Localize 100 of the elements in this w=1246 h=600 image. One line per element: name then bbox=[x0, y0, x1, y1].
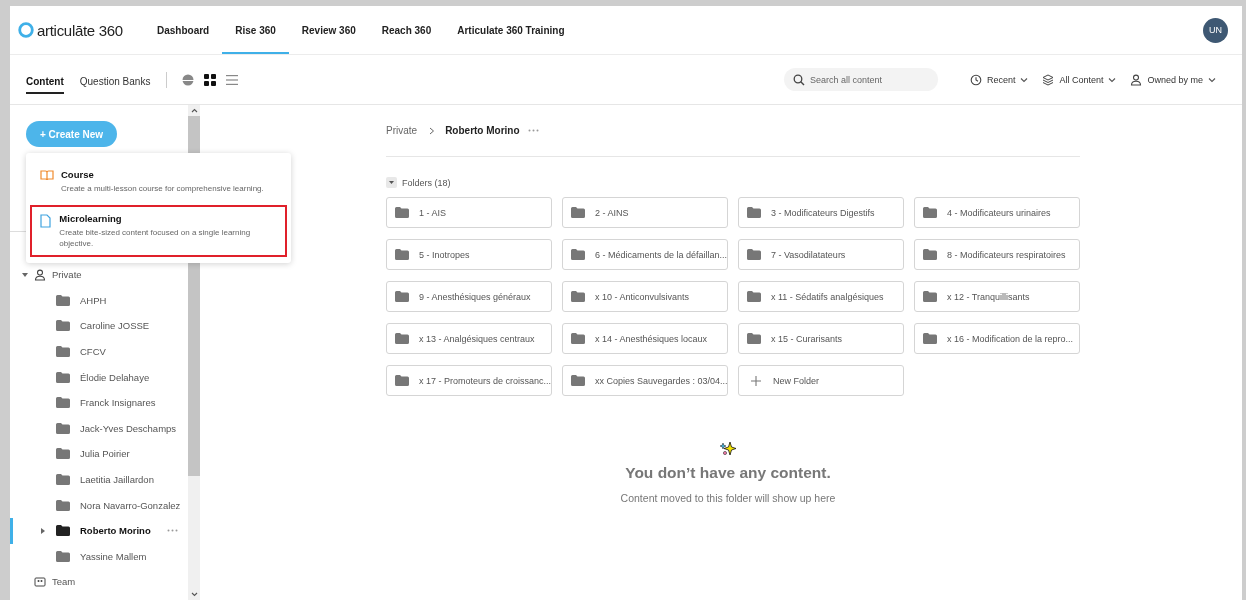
folder-icon bbox=[56, 397, 70, 409]
menu-item[interactable]: Course Create a multi-lesson course for comprehensive learning. bbox=[30, 161, 287, 203]
folder-icon bbox=[56, 499, 70, 511]
book-icon bbox=[40, 170, 54, 181]
folder-card[interactable]: x 13 - Analgésiques centraux bbox=[386, 323, 552, 354]
tree-item[interactable]: Roberto Morino bbox=[10, 517, 188, 544]
tree-item[interactable]: Laetitia Jaillardon bbox=[10, 466, 188, 493]
folder-card[interactable]: x 12 - Tranquillisants bbox=[914, 281, 1080, 312]
folder-icon bbox=[56, 371, 70, 383]
tree-item[interactable]: Julia Poirier bbox=[10, 441, 188, 467]
team-icon bbox=[34, 575, 46, 588]
folder-card[interactable]: 1 - AIS bbox=[386, 197, 552, 228]
menu-item-description: Create a multi-lesson course for comprehensive learning. bbox=[61, 184, 264, 195]
folder-icon bbox=[56, 448, 70, 460]
nav-tab[interactable]: Review 360 bbox=[288, 6, 369, 54]
tree-item[interactable]: Nora Navarro-Gonzalez bbox=[10, 492, 188, 518]
folder-icon bbox=[747, 207, 761, 218]
more-options-icon[interactable] bbox=[167, 529, 178, 533]
menu-item-title: Microlearning bbox=[59, 212, 123, 224]
layers-icon bbox=[1042, 73, 1055, 86]
folder-card[interactable]: x 17 - Promoteurs de croissanc... bbox=[386, 365, 552, 396]
tree-item[interactable]: Franck Insignares bbox=[10, 389, 188, 416]
tree-item[interactable]: Yassine Mallem bbox=[10, 543, 188, 570]
logo-text: articulāte 360 bbox=[37, 21, 123, 39]
folder-icon bbox=[56, 346, 70, 358]
caret-down-icon[interactable] bbox=[386, 177, 397, 188]
chevron-down-icon bbox=[1208, 76, 1216, 83]
folder-icon bbox=[395, 333, 409, 344]
new-folder-button[interactable]: New Folder bbox=[738, 365, 904, 396]
folder-icon bbox=[571, 333, 585, 344]
user-avatar[interactable]: UN bbox=[1203, 17, 1228, 43]
folder-icon bbox=[571, 249, 585, 260]
tree-item[interactable]: Private bbox=[10, 262, 188, 288]
tree-item[interactable]: Jack-Yves Deschamps bbox=[10, 415, 188, 442]
person-icon bbox=[34, 268, 46, 281]
folder-card[interactable]: x 11 - Sédatifs analgésiques bbox=[738, 281, 904, 312]
tree-item[interactable]: Caroline JOSSE bbox=[10, 313, 188, 339]
folder-card[interactable]: x 15 - Curarisants bbox=[738, 323, 904, 354]
list-view-icon[interactable] bbox=[225, 72, 240, 87]
folder-card[interactable]: 6 - Médicaments de la défaillan... bbox=[562, 239, 728, 270]
logo-ring-icon bbox=[18, 22, 34, 38]
folder-icon bbox=[395, 291, 409, 302]
folder-icon bbox=[923, 291, 937, 302]
nav-tab[interactable]: Dashboard bbox=[144, 6, 223, 54]
theme-toggle-icon[interactable] bbox=[181, 72, 196, 87]
nav-tab[interactable]: Reach 360 bbox=[368, 6, 445, 54]
nav-tab[interactable]: Rise 360 bbox=[222, 6, 289, 54]
folder-card[interactable]: x 10 - Anticonvulsivants bbox=[562, 281, 728, 312]
empty-state-text: Content moved to this folder will show up here bbox=[620, 492, 836, 504]
filter-dropdown[interactable]: Owned by me bbox=[1130, 73, 1216, 86]
folder-card[interactable]: x 16 - Modification de la repro... bbox=[914, 323, 1080, 354]
menu-item[interactable]: Microlearning Create bite-sized content focused on a single learning objective. bbox=[30, 204, 287, 258]
folder-icon bbox=[56, 320, 70, 332]
breadcrumb-link[interactable]: Roberto Morino bbox=[445, 125, 520, 136]
search-field[interactable]: Search all content bbox=[783, 68, 938, 91]
plus-icon bbox=[751, 375, 761, 386]
folder-icon bbox=[56, 550, 70, 562]
folder-card[interactable]: 2 - AINS bbox=[562, 197, 728, 228]
folder-icon bbox=[56, 422, 70, 434]
folder-icon bbox=[747, 333, 761, 344]
tree-item[interactable]: Team bbox=[10, 569, 188, 595]
filter-dropdown[interactable]: All Content bbox=[1042, 73, 1117, 86]
breadcrumb-link[interactable]: Private bbox=[386, 125, 418, 136]
folder-icon bbox=[571, 291, 585, 302]
folder-card[interactable]: 3 - Modificateurs Digestifs bbox=[738, 197, 904, 228]
folder-card[interactable]: 7 - Vasodilatateurs bbox=[738, 239, 904, 270]
folder-card[interactable]: 8 - Modificateurs respiratoires bbox=[914, 239, 1080, 270]
folder-card[interactable]: 5 - Inotropes bbox=[386, 239, 552, 270]
folder-card[interactable]: 9 - Anesthésiques généraux bbox=[386, 281, 552, 312]
tree-item[interactable]: CFCV bbox=[10, 338, 188, 365]
tree-item[interactable]: Élodie Delahaye bbox=[10, 364, 188, 390]
folders-heading: Folders (18) bbox=[402, 177, 451, 188]
filter-dropdown[interactable]: Recent bbox=[969, 73, 1029, 86]
folder-card[interactable]: xx Copies Sauvegardes : 03/04... bbox=[562, 365, 728, 396]
person-icon bbox=[1130, 73, 1143, 86]
folder-icon bbox=[571, 207, 585, 218]
grid-view-icon[interactable] bbox=[203, 72, 218, 87]
chevron-right-icon bbox=[429, 126, 436, 135]
folder-icon bbox=[395, 249, 409, 260]
folder-icon bbox=[571, 375, 585, 386]
content-tab[interactable]: Question Banks bbox=[79, 65, 151, 94]
scroll-up-icon bbox=[190, 108, 198, 113]
folder-icon bbox=[923, 333, 937, 344]
tree-item[interactable]: AHPH bbox=[10, 287, 188, 314]
clock-icon bbox=[969, 73, 982, 86]
empty-state-title: You don’t have any content. bbox=[625, 464, 831, 482]
scroll-down-icon bbox=[190, 592, 198, 597]
content-tab[interactable]: Content bbox=[26, 65, 64, 94]
folder-icon bbox=[395, 375, 409, 386]
folder-card[interactable]: 4 - Modificateurs urinaires bbox=[914, 197, 1080, 228]
folder-icon bbox=[56, 294, 70, 306]
folder-card[interactable]: x 14 - Anesthésiques locaux bbox=[562, 323, 728, 354]
folder-icon bbox=[923, 207, 937, 218]
menu-item-title: Course bbox=[61, 169, 95, 180]
folder-icon bbox=[747, 291, 761, 302]
folder-icon bbox=[56, 474, 70, 486]
more-options-icon[interactable] bbox=[527, 129, 539, 132]
nav-tab[interactable]: Articulate 360 Training bbox=[444, 6, 578, 54]
folder-icon bbox=[56, 525, 70, 537]
menu-item-description: Create bite-sized content focused on a single learning objective. bbox=[59, 227, 252, 250]
